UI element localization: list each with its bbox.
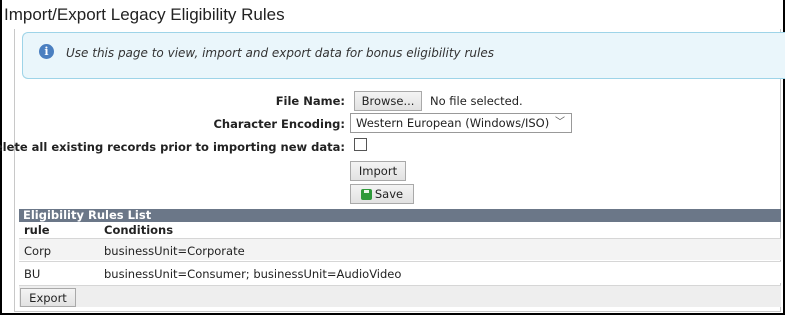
delete-existing-checkbox[interactable]: [354, 138, 367, 151]
info-text: Use this page to view, import and export…: [66, 46, 494, 60]
info-banner: i Use this page to view, import and expo…: [22, 32, 785, 79]
column-header-conditions: Conditions: [104, 223, 174, 237]
save-button-label: Save: [374, 187, 404, 201]
save-disk-icon: [360, 188, 372, 200]
list-footer: [19, 285, 781, 307]
table-row[interactable]: BU businessUnit=Consumer; businessUnit=A…: [19, 261, 781, 283]
rule-cell: Corp: [24, 244, 52, 258]
character-encoding-label: Character Encoding:: [213, 117, 345, 131]
page-title: Import/Export Legacy Eligibility Rules: [4, 5, 285, 24]
table-row[interactable]: Corp businessUnit=Corporate: [19, 238, 781, 260]
column-header-rule: rule: [24, 223, 50, 237]
conditions-cell: businessUnit=Corporate: [104, 244, 245, 258]
character-encoding-value: Western European (Windows/ISO): [356, 116, 550, 130]
info-icon: i: [39, 44, 54, 59]
file-name-label: File Name:: [275, 94, 345, 108]
save-button[interactable]: Save: [350, 184, 414, 204]
file-status: No file selected.: [430, 94, 523, 108]
delete-existing-label: Delete all existing records prior to imp…: [0, 140, 345, 154]
rule-cell: BU: [24, 267, 41, 281]
browse-button[interactable]: Browse...: [354, 91, 422, 111]
conditions-cell: businessUnit=Consumer; businessUnit=Audi…: [104, 267, 402, 281]
window-border-left: [0, 0, 2, 315]
rules-list-header: Eligibility Rules List: [19, 209, 781, 222]
chevron-down-icon: ﹀: [555, 117, 565, 128]
character-encoding-select[interactable]: Western European (Windows/ISO) ﹀: [350, 113, 572, 133]
import-button[interactable]: Import: [350, 161, 406, 181]
export-button[interactable]: Export: [20, 288, 76, 307]
